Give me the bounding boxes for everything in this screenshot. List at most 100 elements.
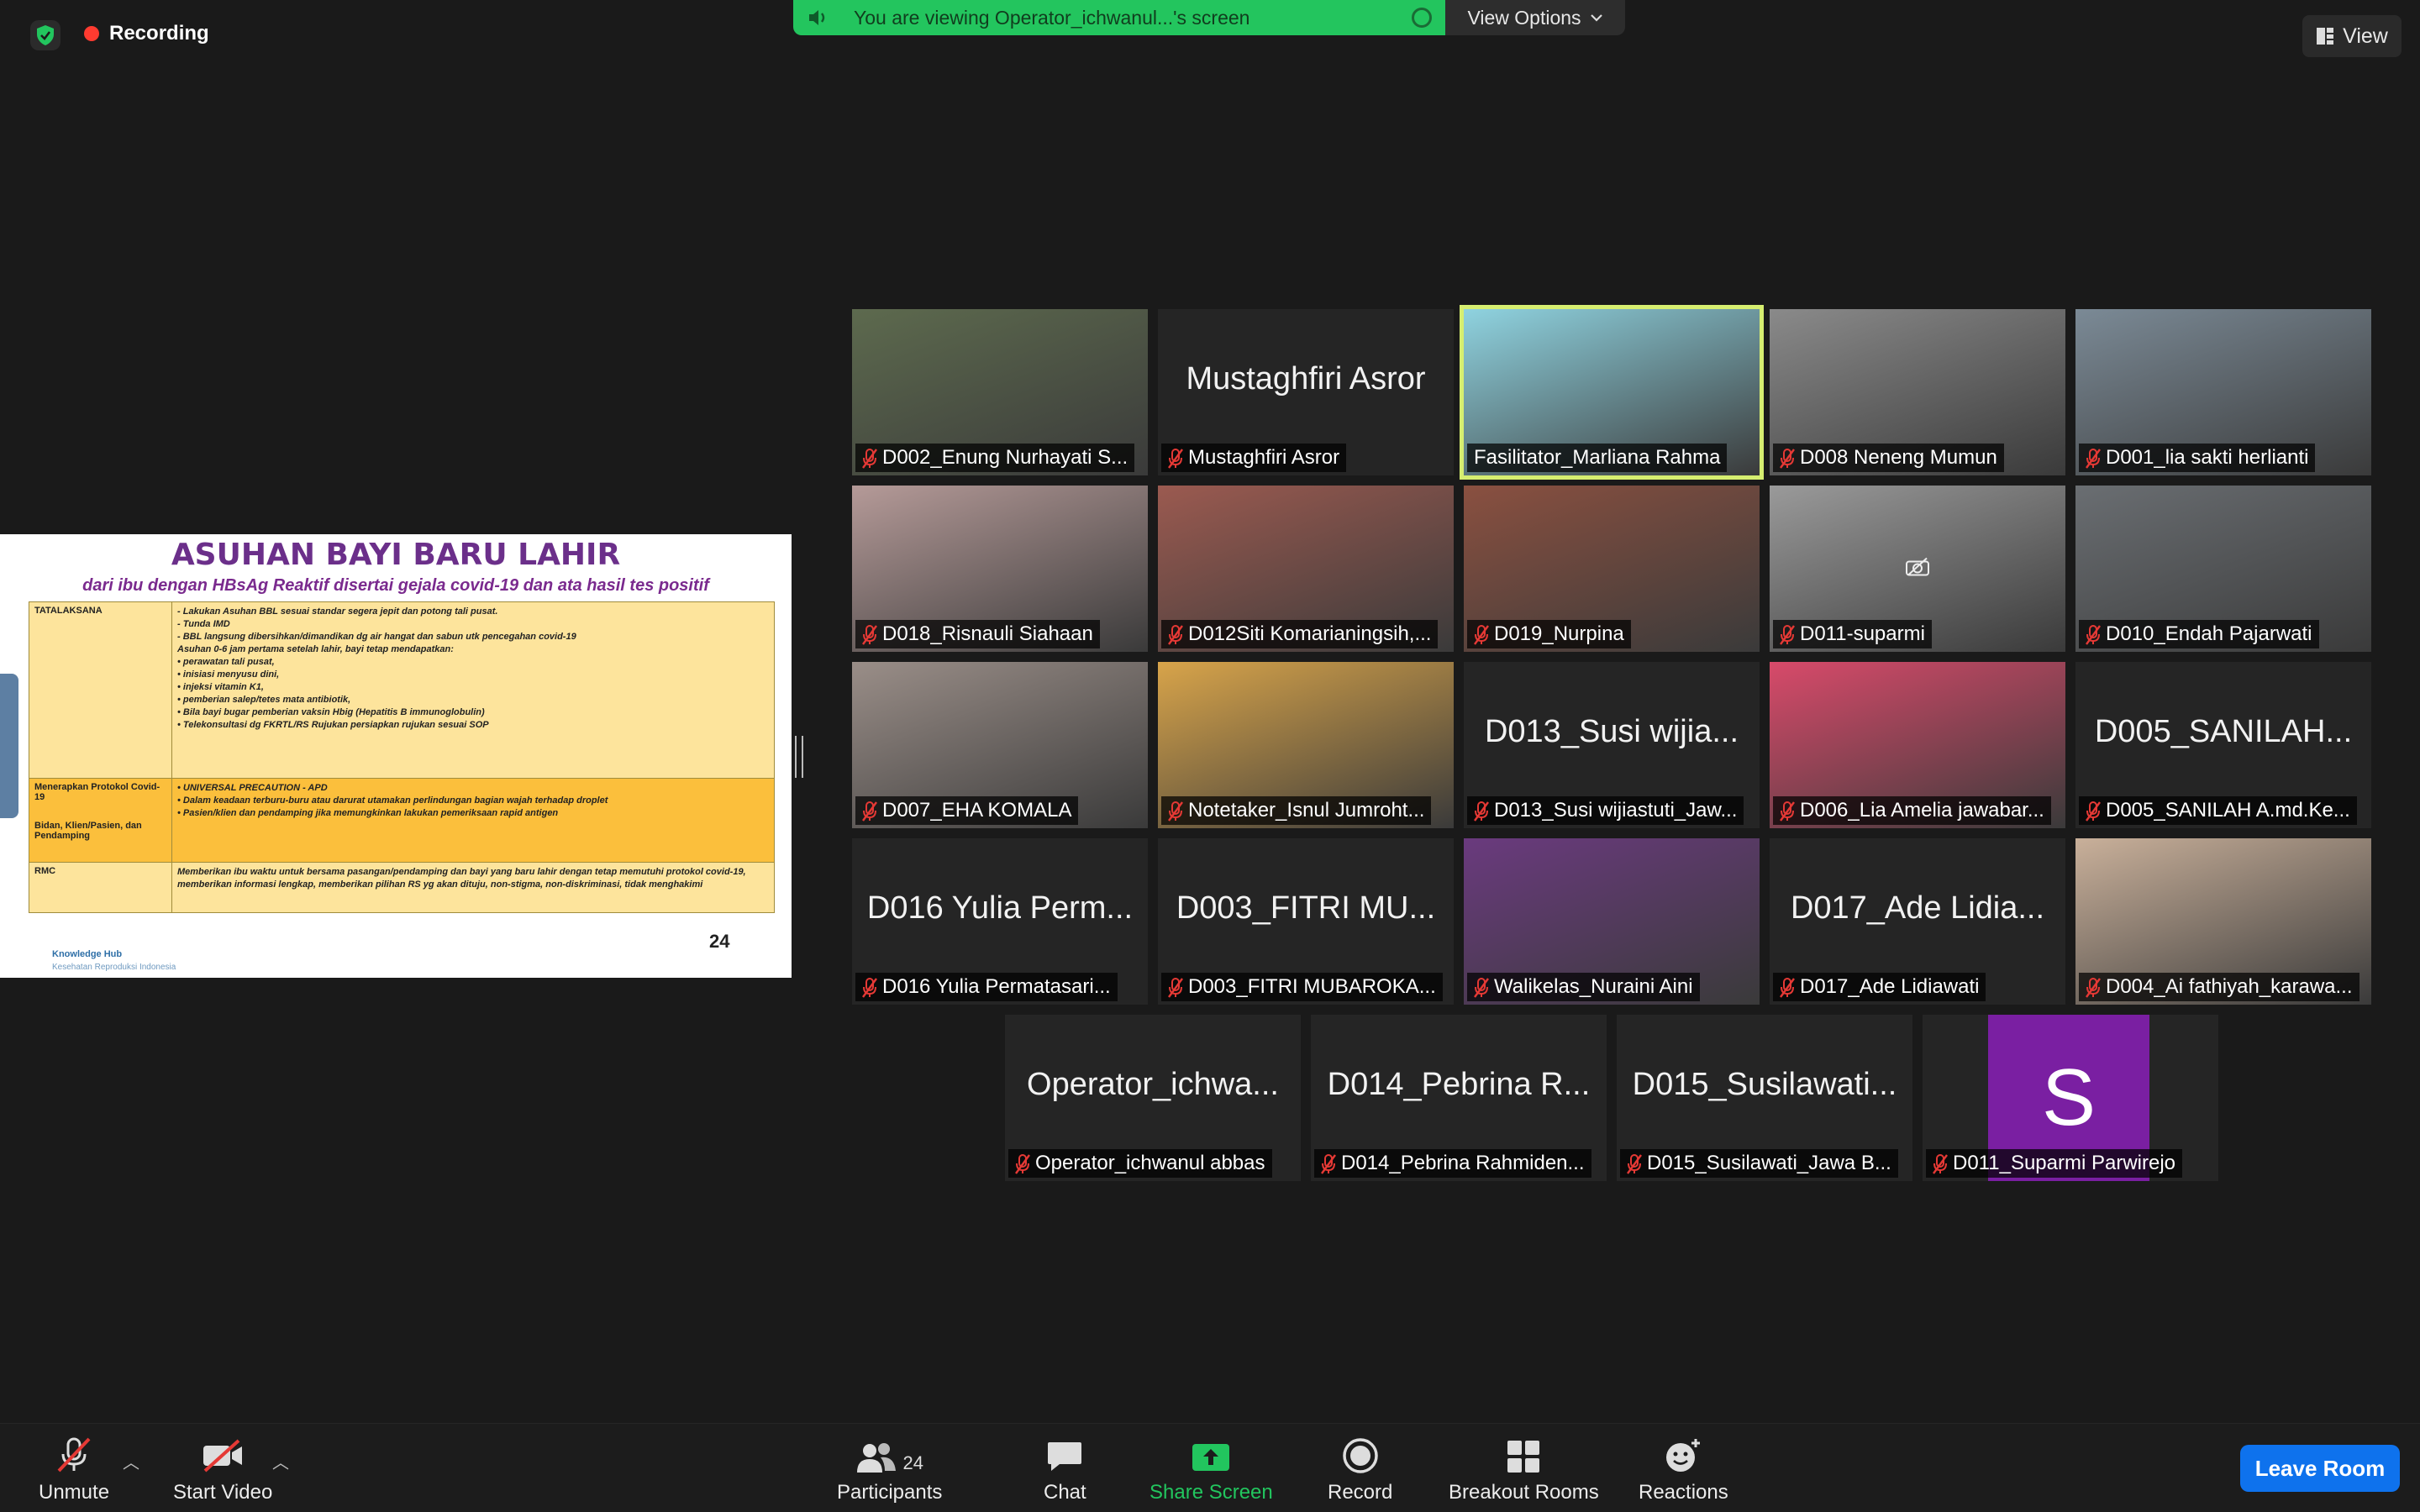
participant-name-label: Mustaghfiri Asror bbox=[1161, 444, 1347, 472]
participant-name-label: D011_Suparmi Parwirejo bbox=[1926, 1149, 2183, 1178]
microphone-muted-icon bbox=[1168, 978, 1183, 998]
breakout-rooms-button[interactable]: Breakout Rooms bbox=[1449, 1436, 1599, 1504]
participant-tile[interactable]: D017_Ade Lidia... D017_Ade Lidiawati bbox=[1770, 838, 2065, 1005]
participant-tile[interactable]: D005_SANILAH... D005_SANILAH A.md.Ke... bbox=[2075, 662, 2371, 828]
start-video-label: Start Video bbox=[173, 1481, 273, 1504]
participants-button[interactable]: 24 Participants bbox=[837, 1436, 942, 1504]
participant-name: D002_Enung Nurhayati S... bbox=[882, 446, 1128, 469]
leave-room-button[interactable]: Leave Room bbox=[2240, 1445, 2400, 1492]
participant-tile[interactable]: D018_Risnauli Siahaan bbox=[852, 486, 1148, 652]
table-cell-label-line: Bidan, Klien/Pasien, dan Pendamping bbox=[34, 821, 142, 841]
microphone-muted-icon bbox=[1168, 625, 1183, 645]
participant-name-label: D012Siti Komarianingsih,... bbox=[1161, 620, 1439, 648]
participant-tile[interactable]: S D011_Suparmi Parwirejo bbox=[1923, 1015, 2218, 1181]
participant-name-label: D006_Lia Amelia jawabar... bbox=[1773, 796, 2051, 825]
participant-tile[interactable]: Notetaker_Isnul Jumroht... bbox=[1158, 662, 1454, 828]
participant-name-label: D010_Endah Pajarwati bbox=[2079, 620, 2319, 648]
participant-tile[interactable]: D013_Susi wijia... D013_Susi wijiastuti_J… bbox=[1464, 662, 1760, 828]
participant-tile[interactable]: D003_FITRI MU... D003_FITRI MUBAROKA... bbox=[1158, 838, 1454, 1005]
microphone-muted-icon bbox=[1321, 1154, 1336, 1174]
participant-name: D004_Ai fathiyah_karawa... bbox=[2106, 975, 2353, 998]
participant-tile[interactable]: Operator_ichwa... Operator_ichwanul abbas bbox=[1005, 1015, 1301, 1181]
participant-tile[interactable]: D011-suparmi bbox=[1770, 486, 2065, 652]
participant-name: Mustaghfiri Asror bbox=[1188, 446, 1340, 469]
participant-name-label: D013_Susi wijiastuti_Jaw... bbox=[1467, 796, 1744, 825]
participant-name: D011-suparmi bbox=[1800, 622, 1925, 645]
share-screen-icon bbox=[1191, 1436, 1231, 1474]
microphone-muted-icon bbox=[862, 801, 877, 822]
participant-display-name: D015_Susilawati... bbox=[1632, 1067, 1897, 1102]
reactions-button[interactable]: Reactions bbox=[1639, 1436, 1728, 1504]
audio-options-chevron-icon[interactable]: ︿ bbox=[123, 1449, 139, 1473]
participant-tile[interactable]: Walikelas_Nuraini Aini bbox=[1464, 838, 1760, 1005]
split-view-drag-handle[interactable] bbox=[795, 736, 803, 778]
unmute-button[interactable]: Unmute bbox=[39, 1436, 109, 1504]
participant-name: D013_Susi wijiastuti_Jaw... bbox=[1494, 799, 1738, 822]
table-row: TATALAKSANA - Lakukan Asuhan BBL sesuai … bbox=[29, 601, 775, 779]
participant-tile[interactable]: D014_Pebrina R... D014_Pebrina Rahmiden..… bbox=[1311, 1015, 1607, 1181]
breakout-rooms-label: Breakout Rooms bbox=[1449, 1481, 1599, 1504]
microphone-muted-icon bbox=[1474, 978, 1489, 998]
participant-display-name: D016 Yulia Perm... bbox=[866, 890, 1134, 926]
participant-name: D001_lia sakti herlianti bbox=[2106, 446, 2309, 469]
unmute-label: Unmute bbox=[39, 1481, 110, 1504]
participant-name-label: D011-suparmi bbox=[1773, 620, 1932, 648]
gallery-layout-icon bbox=[2317, 28, 2334, 45]
participant-tile[interactable]: D004_Ai fathiyah_karawa... bbox=[2075, 838, 2371, 1005]
start-video-button[interactable]: Start Video bbox=[173, 1436, 272, 1504]
banner-status-icon bbox=[1412, 8, 1432, 28]
participant-tile[interactable]: D007_EHA KOMALA bbox=[852, 662, 1148, 828]
participant-name-label: D001_lia sakti herlianti bbox=[2079, 444, 2316, 472]
participants-icon: 24 bbox=[855, 1436, 923, 1474]
list-item: • Pasien/klien dan pendamping jika memun… bbox=[177, 808, 559, 818]
participant-name: D003_FITRI MUBAROKA... bbox=[1188, 975, 1436, 998]
participant-name: D012Siti Komarianingsih,... bbox=[1188, 622, 1432, 645]
table-cell-content: Memberikan ibu waktu untuk bersama pasan… bbox=[171, 862, 775, 913]
meeting-toolbar: Unmute ︿ Start Video ︿ 24 Participants C… bbox=[0, 1423, 2420, 1512]
participant-tile[interactable]: D016 Yulia Perm... D016 Yulia Permatasari… bbox=[852, 838, 1148, 1005]
participant-tile[interactable]: Fasilitator_Marliana Rahma bbox=[1460, 305, 1764, 480]
list-item: • UNIVERSAL PRECAUTION - APD bbox=[177, 783, 328, 793]
participant-tile[interactable]: Mustaghfiri Asror Mustaghfiri Asror bbox=[1158, 309, 1454, 475]
participant-name: D010_Endah Pajarwati bbox=[2106, 622, 2312, 645]
view-options-dropdown[interactable]: View Options bbox=[1445, 0, 1625, 35]
video-options-chevron-icon[interactable]: ︿ bbox=[272, 1449, 289, 1473]
chat-button[interactable]: Chat bbox=[1044, 1436, 1086, 1504]
speaker-icon[interactable] bbox=[793, 8, 844, 27]
recording-indicator[interactable]: Recording bbox=[84, 22, 209, 45]
participant-name: D016 Yulia Permatasari... bbox=[882, 975, 1111, 998]
participant-name: D011_Suparmi Parwirejo bbox=[1953, 1152, 2176, 1174]
participant-name-label: D017_Ade Lidiawati bbox=[1773, 973, 1986, 1001]
participant-display-name: D017_Ade Lidia... bbox=[1790, 890, 2045, 926]
microphone-muted-icon bbox=[1780, 625, 1795, 645]
participant-tile[interactable]: D010_Endah Pajarwati bbox=[2075, 486, 2371, 652]
table-cell-label: TATALAKSANA bbox=[29, 601, 172, 779]
participant-name-label: D014_Pebrina Rahmiden... bbox=[1314, 1149, 1591, 1178]
record-button[interactable]: Record bbox=[1328, 1436, 1392, 1504]
share-screen-button[interactable]: Share Screen bbox=[1150, 1436, 1273, 1504]
participant-tile[interactable]: D008 Neneng Mumun bbox=[1770, 309, 2065, 475]
participant-tile[interactable]: D001_lia sakti herlianti bbox=[2075, 309, 2371, 475]
participant-name: D018_Risnauli Siahaan bbox=[882, 622, 1093, 645]
participant-name-label: D016 Yulia Permatasari... bbox=[855, 973, 1118, 1001]
microphone-muted-icon bbox=[2086, 449, 2101, 469]
security-shield-icon[interactable] bbox=[30, 20, 60, 50]
participant-display-name: D003_FITRI MU... bbox=[1176, 890, 1436, 926]
participant-display-name: Operator_ichwa... bbox=[1027, 1067, 1279, 1102]
participant-tile[interactable]: D019_Nurpina bbox=[1464, 486, 1760, 652]
participant-tile[interactable]: D015_Susilawati... D015_Susilawati_Jawa B… bbox=[1617, 1015, 1912, 1181]
participant-display-name: D005_SANILAH... bbox=[2094, 714, 2353, 749]
microphone-muted-icon bbox=[1015, 1154, 1030, 1174]
participant-name: D019_Nurpina bbox=[1494, 622, 1624, 645]
participant-tile[interactable]: D006_Lia Amelia jawabar... bbox=[1770, 662, 2065, 828]
view-label: View bbox=[2343, 24, 2388, 48]
participant-tile[interactable]: D012Siti Komarianingsih,... bbox=[1158, 486, 1454, 652]
participant-tile[interactable]: D002_Enung Nurhayati S... bbox=[852, 309, 1148, 475]
view-button[interactable]: View bbox=[2302, 15, 2402, 57]
slide-page-number: 24 bbox=[709, 931, 730, 952]
microphone-muted-icon bbox=[862, 625, 877, 645]
participant-display-name: D014_Pebrina R... bbox=[1327, 1067, 1591, 1102]
microphone-muted-icon bbox=[1933, 1154, 1948, 1174]
camera-off-icon bbox=[1905, 557, 1930, 581]
participant-name: Notetaker_Isnul Jumroht... bbox=[1188, 799, 1425, 822]
